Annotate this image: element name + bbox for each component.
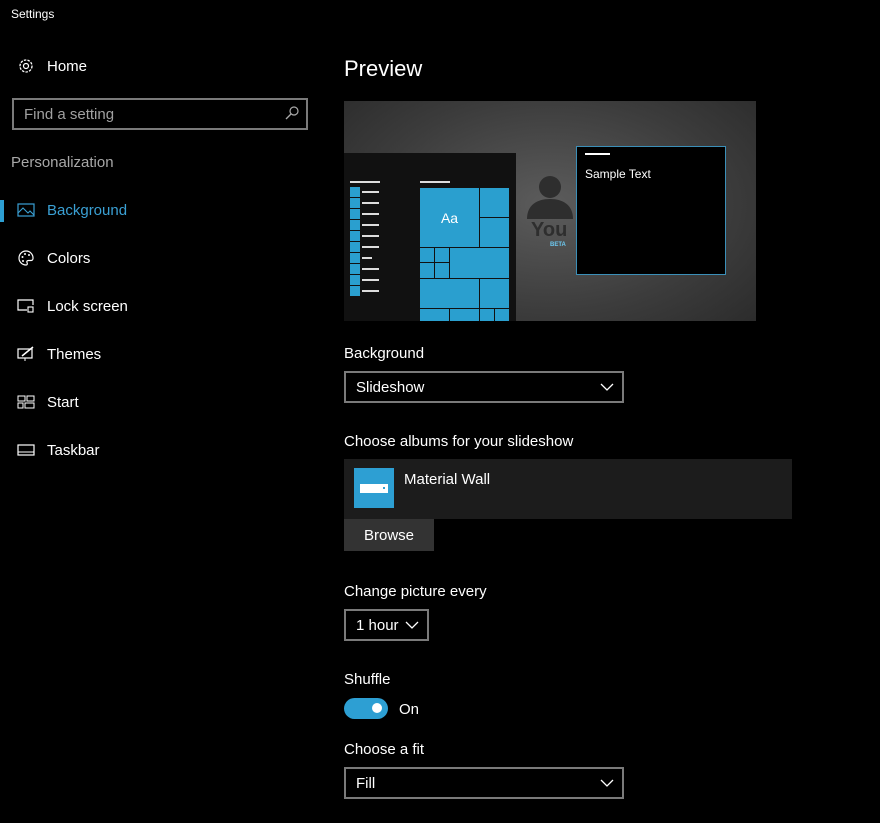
fit-dropdown[interactable]: Fill xyxy=(344,767,624,799)
app-list-line xyxy=(362,191,379,193)
lock-screen-icon xyxy=(16,296,36,316)
sidebar-item-label: Background xyxy=(47,201,128,219)
chevron-down-icon xyxy=(405,621,419,629)
sidebar-item-label: Themes xyxy=(47,345,102,363)
app-list-line xyxy=(362,213,379,215)
logo-badge: BETA xyxy=(550,242,566,248)
app-list-line xyxy=(362,235,379,237)
sidebar-item-colors[interactable]: Colors xyxy=(0,238,320,278)
sample-window: Sample Text xyxy=(576,146,726,275)
app-list-square xyxy=(350,220,360,230)
app-list-square xyxy=(350,275,360,285)
interval-label: Change picture every xyxy=(344,583,487,600)
palette-icon xyxy=(16,248,36,268)
taskbar-icon xyxy=(16,440,36,460)
interval-value: 1 hour xyxy=(356,616,399,634)
gear-icon xyxy=(16,56,36,76)
logo-text: You xyxy=(531,219,568,241)
interval-dropdown[interactable]: 1 hour xyxy=(344,609,429,641)
app-list-square xyxy=(350,286,360,296)
album-item[interactable]: Material Wall xyxy=(344,459,792,519)
sidebar-item-start[interactable]: Start xyxy=(0,382,320,422)
themes-icon xyxy=(16,344,36,364)
shuffle-state: On xyxy=(399,701,420,718)
sample-text: Sample Text xyxy=(585,167,651,181)
sidebar-item-label: Lock screen xyxy=(47,297,128,315)
preview-tile: Aa xyxy=(420,188,479,247)
app-list-line xyxy=(362,268,379,270)
search-input[interactable]: Find a setting xyxy=(12,98,308,130)
chevron-down-icon xyxy=(600,779,614,787)
app-list-line xyxy=(362,279,379,281)
shuffle-label: Shuffle xyxy=(344,671,391,688)
section-heading: Personalization xyxy=(11,154,114,171)
fit-value: Fill xyxy=(356,774,376,792)
sidebar-item-themes[interactable]: Themes xyxy=(0,334,320,374)
sidebar-item-label: Start xyxy=(47,393,79,411)
background-preview: Aa You BETA Sample Text xyxy=(344,101,756,331)
album-icon xyxy=(354,468,394,508)
window-title: Settings xyxy=(11,7,55,21)
sidebar-item-label: Colors xyxy=(47,249,91,267)
app-list-line xyxy=(362,202,379,204)
start-menu-mockup: Aa xyxy=(344,153,516,321)
app-list-line xyxy=(362,246,379,248)
search-icon[interactable] xyxy=(284,105,300,125)
app-list-line xyxy=(362,257,372,259)
app-list-square xyxy=(350,242,360,252)
album-name: Material Wall xyxy=(404,471,491,488)
sidebar-item-background[interactable]: Background xyxy=(0,190,320,230)
albums-label: Choose albums for your slideshow xyxy=(344,433,574,450)
app-list-square xyxy=(350,187,360,197)
background-label: Background xyxy=(344,345,425,362)
app-list-square xyxy=(350,264,360,274)
app-list-square xyxy=(350,253,360,263)
background-value: Slideshow xyxy=(356,378,425,396)
page-title: Preview xyxy=(344,56,423,81)
shuffle-toggle[interactable] xyxy=(344,698,388,719)
browse-button[interactable]: Browse xyxy=(344,519,434,551)
start-icon xyxy=(16,392,36,412)
sidebar-item-taskbar[interactable]: Taskbar xyxy=(0,430,320,470)
app-list-square xyxy=(350,198,360,208)
app-list-square xyxy=(350,231,360,241)
search-placeholder: Find a setting xyxy=(24,105,115,123)
app-list-square xyxy=(350,209,360,219)
sidebar-item-lock-screen[interactable]: Lock screen xyxy=(0,286,320,326)
chevron-down-icon xyxy=(600,383,614,391)
fit-label: Choose a fit xyxy=(344,741,425,758)
sidebar-item-home[interactable]: Home xyxy=(0,46,320,86)
picture-icon xyxy=(16,200,36,220)
sidebar-item-label: Home xyxy=(47,57,88,75)
user-avatar-icon xyxy=(527,173,573,225)
background-dropdown[interactable]: Slideshow xyxy=(344,371,624,403)
app-list-line xyxy=(362,290,379,292)
sidebar-item-label: Taskbar xyxy=(47,441,100,459)
app-list-line xyxy=(362,224,379,226)
